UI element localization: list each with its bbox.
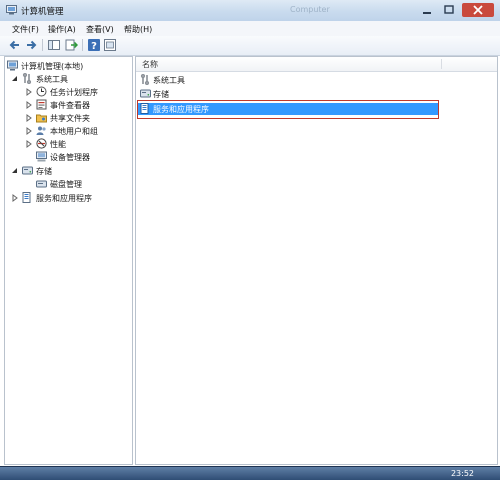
taskbar: 23:52 — [0, 466, 500, 480]
menu-file[interactable]: 文件(F) — [12, 24, 39, 35]
menu-bar: 文件(F) 操作(A) 查看(V) 帮助(H) — [0, 21, 500, 37]
tree-item-label: 性能 — [50, 140, 66, 149]
storage-icon — [22, 166, 33, 175]
minimize-icon[interactable] — [418, 3, 436, 17]
tree-item-label: 任务计划程序 — [50, 88, 98, 97]
services-apps-icon — [140, 103, 149, 114]
services-apps-icon — [22, 192, 31, 203]
collapsed-arrow-icon[interactable] — [25, 114, 33, 122]
collapsed-arrow-icon[interactable] — [25, 140, 33, 148]
collapsed-arrow-icon[interactable] — [25, 101, 33, 109]
computer-management-icon — [7, 60, 18, 71]
menu-help[interactable]: 帮助(H) — [124, 24, 152, 35]
properties-icon[interactable] — [103, 38, 117, 52]
svg-text:?: ? — [91, 41, 97, 52]
system-tools-icon — [22, 73, 32, 84]
system-tools-icon — [140, 74, 150, 85]
column-header-label: 名称 — [142, 60, 158, 69]
tree-item-computer-management[interactable]: 计算机管理(本地) — [7, 60, 127, 72]
list-item-services-apps[interactable]: 服务和应用程序 — [138, 103, 438, 115]
menu-view[interactable]: 查看(V) — [86, 24, 114, 35]
window-title-extra: Computer — [290, 5, 330, 14]
list-item-label: 系统工具 — [153, 76, 185, 85]
disk-management-icon — [36, 180, 47, 188]
column-header-name[interactable]: 名称 — [136, 57, 497, 72]
list-item-label: 服务和应用程序 — [153, 105, 209, 114]
shared-folders-icon — [36, 114, 47, 123]
title-bar: 计算机管理 Computer — [0, 0, 500, 22]
collapsed-arrow-icon[interactable] — [25, 127, 33, 135]
maximize-icon[interactable] — [440, 3, 458, 17]
toolbar-separator — [82, 39, 83, 51]
window-title: 计算机管理 — [21, 7, 64, 17]
tree-item-system-tools[interactable]: 系统工具 — [11, 73, 127, 85]
expanded-arrow-icon[interactable] — [11, 167, 19, 175]
tree-item-storage[interactable]: 存储 — [11, 165, 127, 177]
task-scheduler-icon — [36, 86, 47, 97]
close-icon[interactable] — [462, 3, 494, 17]
local-users-icon — [36, 126, 46, 135]
tree-item-local-users[interactable]: 本地用户和组 — [25, 125, 127, 137]
export-icon[interactable] — [64, 38, 78, 52]
performance-icon — [36, 138, 47, 149]
help-icon[interactable]: ? — [87, 38, 101, 52]
tree-item-task-scheduler[interactable]: 任务计划程序 — [25, 86, 127, 98]
list-item-system-tools[interactable]: 系统工具 — [138, 74, 438, 86]
collapsed-arrow-icon[interactable] — [11, 194, 19, 202]
tree-item-device-manager[interactable]: 设备管理器 — [25, 151, 127, 163]
expanded-arrow-icon[interactable] — [11, 75, 19, 83]
tree-item-event-viewer[interactable]: 事件查看器 — [25, 99, 127, 111]
tree-item-label: 服务和应用程序 — [36, 194, 92, 203]
tree-item-performance[interactable]: 性能 — [25, 138, 127, 150]
tree-item-disk-management[interactable]: 磁盘管理 — [25, 178, 127, 190]
tree-item-label: 磁盘管理 — [50, 180, 82, 189]
taskbar-clock[interactable]: 23:52 — [451, 469, 474, 478]
menu-action[interactable]: 操作(A) — [48, 24, 76, 35]
list-item-label: 存储 — [153, 90, 169, 99]
tree-item-label: 本地用户和组 — [50, 127, 98, 136]
tree-item-shared-folders[interactable]: 共享文件夹 — [25, 112, 127, 124]
tree-item-label: 设备管理器 — [50, 153, 90, 162]
list-item-storage[interactable]: 存储 — [138, 88, 438, 100]
tree-item-services-apps[interactable]: 服务和应用程序 — [11, 192, 127, 204]
tree-item-label: 共享文件夹 — [50, 114, 90, 123]
toolbar-separator — [42, 39, 43, 51]
tree-item-label: 系统工具 — [36, 75, 68, 84]
device-manager-icon — [36, 151, 47, 162]
storage-icon — [140, 89, 151, 98]
column-separator[interactable] — [441, 59, 442, 69]
event-viewer-icon — [36, 99, 47, 110]
tree-item-label: 事件查看器 — [50, 101, 90, 110]
console-tree-icon[interactable] — [47, 38, 61, 52]
toolbar: ? — [0, 36, 500, 56]
tree-item-label: 存储 — [36, 167, 52, 176]
back-icon[interactable] — [8, 38, 22, 52]
console-tree-pane: 计算机管理(本地) 系统工具 任务计划程序 事件查看器 共享文件夹 本地用户和组… — [4, 56, 133, 465]
forward-icon[interactable] — [24, 38, 38, 52]
collapsed-arrow-icon[interactable] — [25, 88, 33, 96]
computer-management-icon — [6, 5, 17, 15]
tree-item-label: 计算机管理(本地) — [21, 62, 84, 71]
detail-list-pane: 名称 系统工具 存储 服务和应用程序 — [135, 56, 498, 465]
